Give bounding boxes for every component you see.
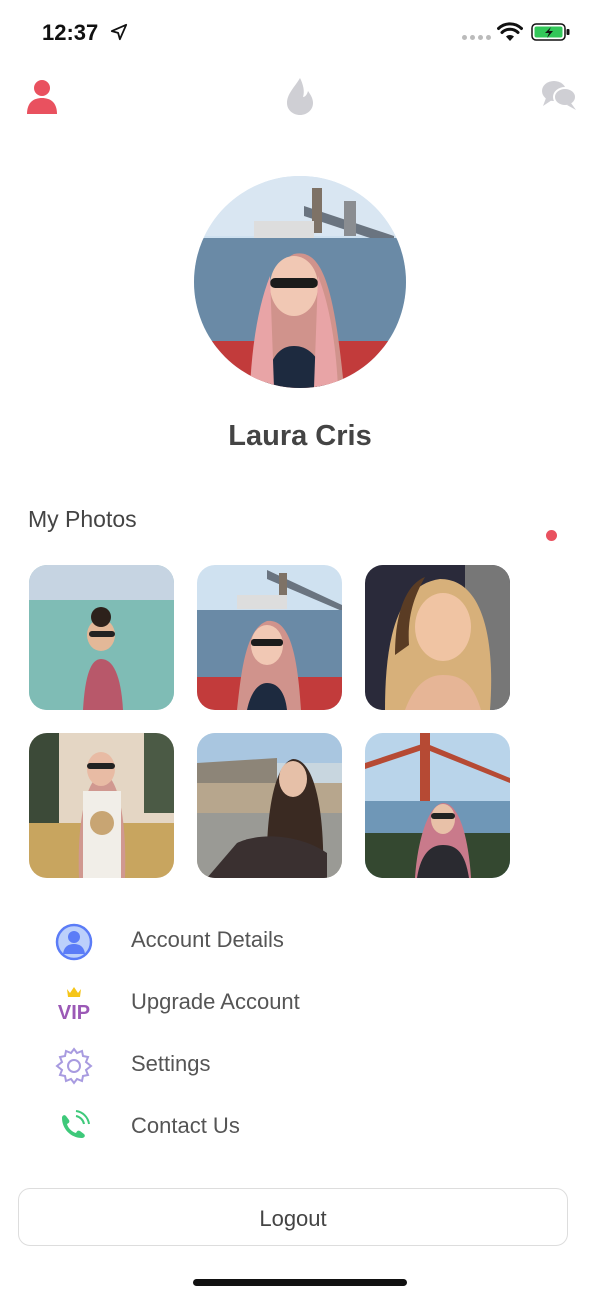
user-circle-icon: [55, 923, 93, 961]
photo-thumbnail[interactable]: [365, 733, 510, 878]
menu-item-account-details[interactable]: Account Details: [0, 912, 600, 968]
photo-thumbnail[interactable]: [365, 565, 510, 710]
menu-item-upgrade-account[interactable]: VIP Upgrade Account: [0, 974, 600, 1030]
profile-avatar[interactable]: [194, 176, 406, 388]
status-time: 12:37: [42, 20, 99, 45]
menu-item-label: Contact Us: [131, 1113, 240, 1138]
photo-thumbnail[interactable]: [29, 565, 174, 710]
wifi-icon: [497, 22, 523, 41]
svg-text:VIP: VIP: [58, 1002, 90, 1024]
status-bar: 12:37: [0, 0, 600, 70]
cellular-signal-icon: [462, 35, 491, 40]
phone-icon: [62, 1110, 90, 1138]
my-photos-title: My Photos: [28, 506, 137, 532]
notification-dot: [546, 530, 557, 541]
menu-item-label: Upgrade Account: [131, 989, 300, 1014]
chat-icon[interactable]: [540, 78, 578, 112]
user-name: Laura Cris: [228, 420, 372, 452]
menu-item-label: Account Details: [131, 927, 284, 952]
battery-icon: [531, 23, 570, 41]
home-indicator: [193, 1279, 407, 1286]
gear-icon: [55, 1047, 93, 1085]
flame-icon[interactable]: [284, 76, 316, 116]
vip-crown-icon: VIP: [58, 987, 90, 1024]
photo-thumbnail[interactable]: [29, 733, 174, 878]
top-navigation: [0, 70, 600, 130]
logout-button[interactable]: Logout: [18, 1188, 568, 1246]
menu-item-settings[interactable]: Settings: [0, 1036, 600, 1092]
photo-thumbnail[interactable]: [197, 565, 342, 710]
menu-item-contact-us[interactable]: Contact Us: [0, 1098, 600, 1154]
location-arrow-icon: [110, 23, 128, 41]
profile-icon[interactable]: [24, 76, 60, 116]
menu-item-label: Settings: [131, 1051, 211, 1076]
photo-thumbnail[interactable]: [197, 733, 342, 878]
